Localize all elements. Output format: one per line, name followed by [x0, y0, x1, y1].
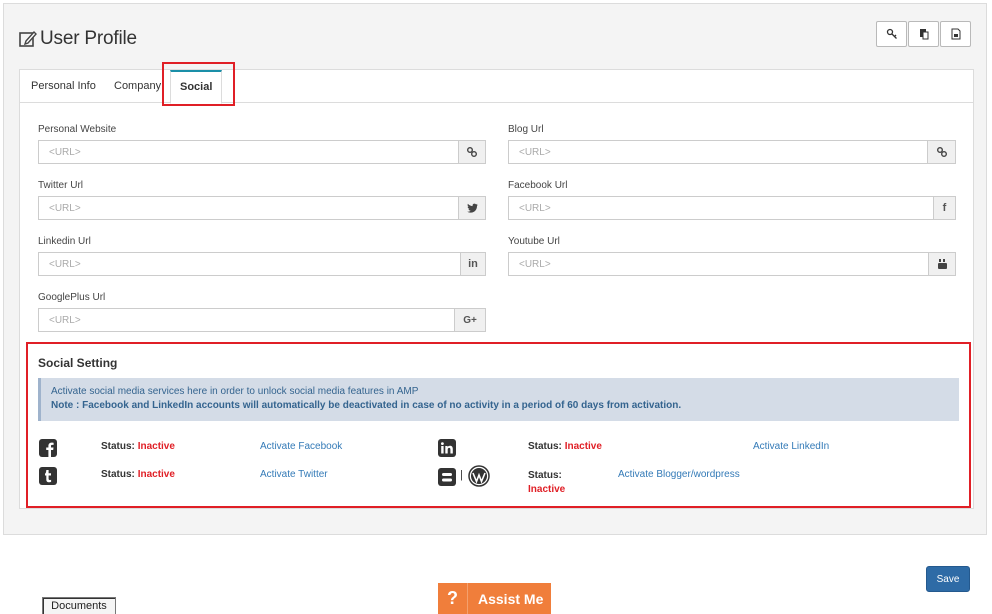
status-label: Status: — [101, 441, 135, 452]
key-button[interactable] — [876, 21, 907, 47]
personal-website-input[interactable] — [38, 140, 458, 164]
social-setting-title: Social Setting — [38, 356, 118, 370]
twitter-url-label: Twitter Url — [38, 180, 83, 191]
save-button[interactable]: Save — [926, 566, 970, 592]
page-title-wrap: User Profile — [18, 28, 137, 50]
personal-website-group — [38, 140, 486, 164]
icon-separator: | — [460, 469, 463, 481]
twitter-icon — [466, 203, 478, 213]
blogger-status-value: Inactive — [528, 484, 566, 495]
toolbar — [875, 21, 971, 47]
blogger-icon — [438, 468, 456, 486]
blogger-status: Status: Inactive — [528, 469, 565, 497]
link-icon — [467, 147, 477, 157]
blog-url-label: Blog Url — [508, 124, 544, 135]
facebook-addon: f — [933, 196, 956, 220]
activate-facebook-link[interactable]: Activate Facebook — [260, 441, 342, 452]
facebook-status: Status: Inactive — [101, 441, 175, 452]
profile-card: Personal Info Company Social Personal We… — [19, 62, 974, 509]
tab-personal-info[interactable]: Personal Info — [23, 70, 104, 103]
youtube-icon — [937, 259, 947, 269]
wordpress-icon — [468, 465, 490, 487]
profile-panel: User Profile Personal Info Company Socia… — [3, 3, 987, 535]
tab-social[interactable]: Social — [170, 70, 223, 104]
facebook-icon: f — [942, 202, 947, 214]
facebook-square-icon — [39, 439, 57, 457]
link-addon — [458, 140, 486, 164]
assist-me-button[interactable]: ? Assist Me — [438, 583, 551, 614]
facebook-url-label: Facebook Url — [508, 180, 568, 191]
blog-url-input[interactable] — [508, 140, 927, 164]
googleplus-url-input[interactable] — [38, 308, 454, 332]
googleplus-url-label: GooglePlus Url — [38, 292, 106, 303]
activate-linkedin-link[interactable]: Activate LinkedIn — [753, 441, 829, 452]
image-file-button[interactable] — [940, 21, 971, 47]
linkedin-status: Status: Inactive — [528, 441, 602, 452]
facebook-url-group: f — [508, 196, 956, 220]
facebook-status-value: Inactive — [137, 441, 175, 452]
tumblr-square-icon — [39, 467, 57, 485]
documents-button[interactable]: Documents — [42, 597, 116, 614]
blog-link-addon — [927, 140, 956, 164]
page-title: User Profile — [40, 28, 137, 49]
twitter-addon — [458, 196, 486, 220]
linkedin-url-group: in — [38, 252, 486, 276]
info-text: Activate social media services here in o… — [51, 386, 419, 397]
youtube-url-label: Youtube Url — [508, 236, 560, 247]
tab-bar: Personal Info Company Social — [20, 70, 973, 104]
edit-icon — [19, 30, 37, 47]
google-plus-icon: G+ — [463, 314, 477, 326]
twitter-url-input[interactable] — [38, 196, 458, 220]
assist-me-label: Assist Me — [478, 590, 544, 607]
twitter-status-value: Inactive — [137, 469, 175, 480]
status-label: Status: — [528, 441, 562, 452]
linkedin-icon: in — [468, 258, 478, 270]
social-setting-box: Social Setting Activate social media ser… — [26, 342, 971, 508]
status-label: Status: — [528, 470, 562, 481]
googleplus-url-group: G+ — [38, 308, 486, 332]
linkedin-addon: in — [460, 252, 486, 276]
link-icon — [936, 147, 947, 157]
blog-url-group — [508, 140, 956, 164]
tab-company[interactable]: Company — [106, 70, 169, 103]
google-plus-addon: G+ — [454, 308, 486, 332]
twitter-status: Status: Inactive — [101, 469, 175, 480]
linkedin-status-value: Inactive — [564, 441, 602, 452]
question-icon: ? — [438, 583, 468, 614]
copy-button[interactable] — [908, 21, 939, 47]
key-icon — [886, 28, 897, 39]
activate-blogger-link[interactable]: Activate Blogger/wordpress — [618, 469, 740, 480]
youtube-url-input[interactable] — [508, 252, 928, 276]
activate-twitter-link[interactable]: Activate Twitter — [260, 469, 328, 480]
youtube-url-group — [508, 252, 956, 276]
linkedin-square-icon — [438, 439, 456, 457]
twitter-url-group — [38, 196, 486, 220]
image-file-icon — [951, 28, 960, 40]
page: User Profile Personal Info Company Socia… — [0, 0, 992, 614]
status-label: Status: — [101, 469, 135, 480]
info-alert: Activate social media services here in o… — [38, 378, 959, 421]
linkedin-url-input[interactable] — [38, 252, 460, 276]
youtube-addon — [928, 252, 956, 276]
info-note: Note : Facebook and LinkedIn accounts wi… — [51, 400, 682, 411]
personal-website-label: Personal Website — [38, 124, 117, 135]
copy-icon — [919, 29, 928, 40]
facebook-url-input[interactable] — [508, 196, 933, 220]
linkedin-url-label: Linkedin Url — [38, 236, 91, 247]
